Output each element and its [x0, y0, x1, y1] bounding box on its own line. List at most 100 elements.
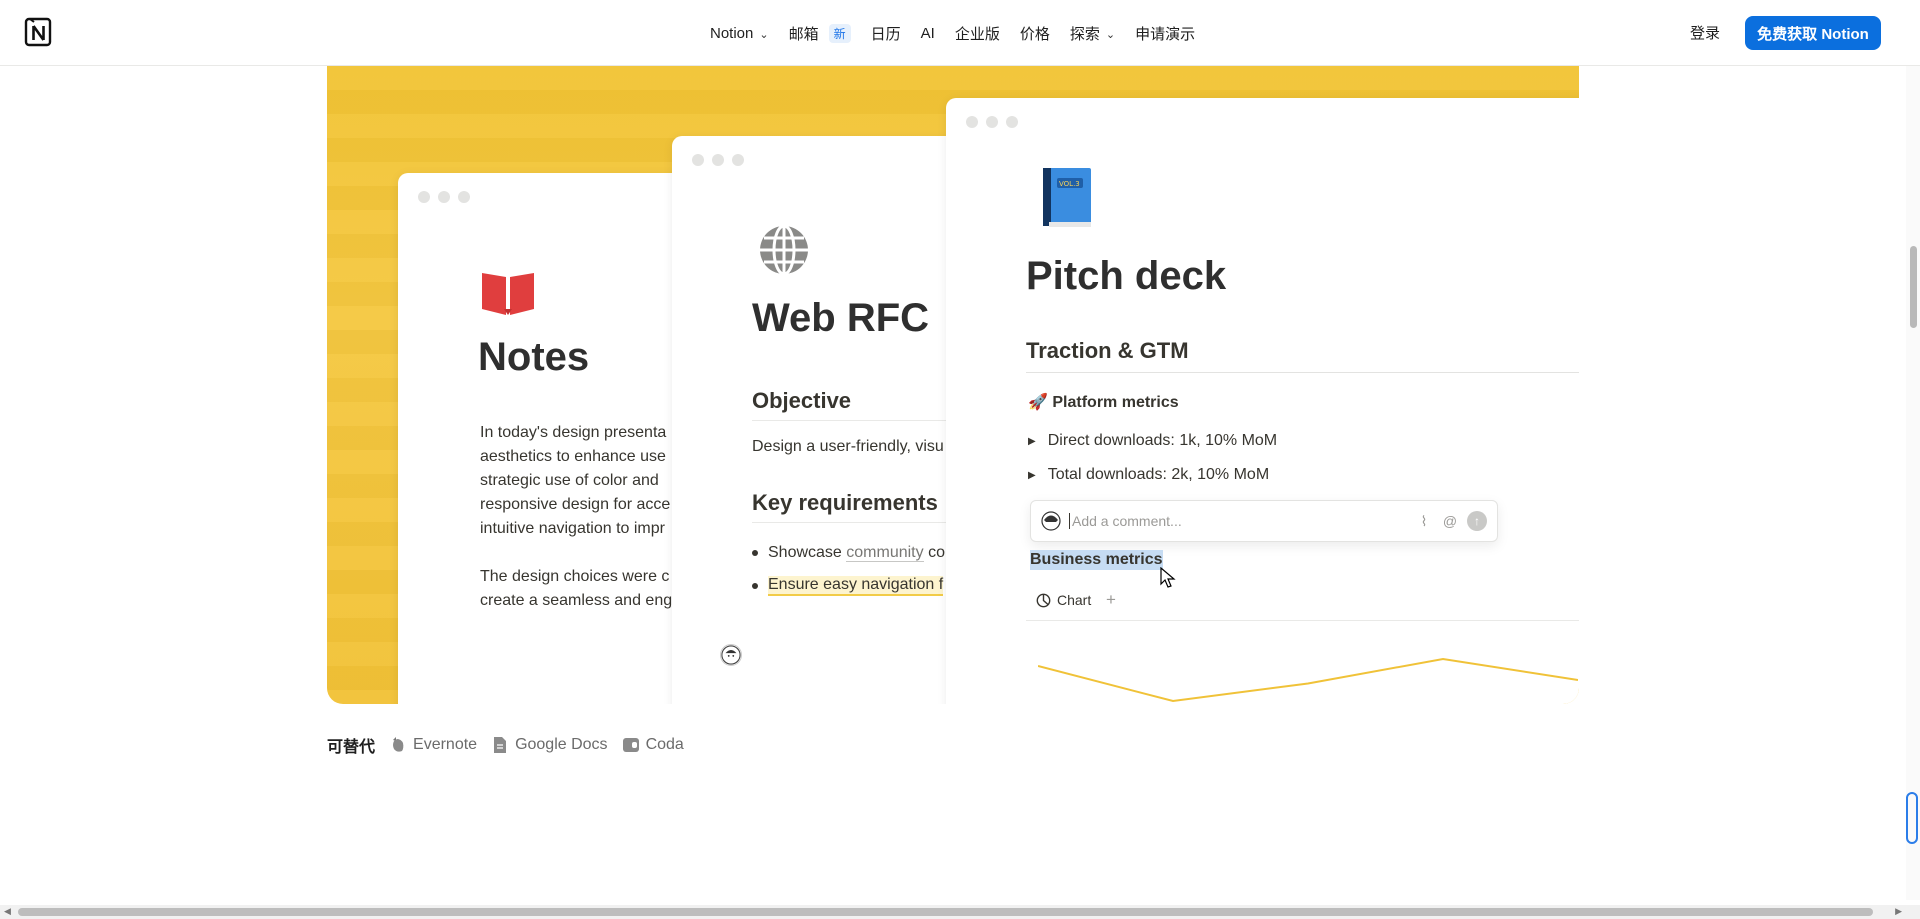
toggle-triangle-icon[interactable]: ▶ [1028, 470, 1036, 481]
text-segment: co [923, 544, 945, 561]
svg-text:VOL.3: VOL.3 [1059, 180, 1080, 188]
alternatives-row: 可替代 Evernote Google Docs Coda [327, 733, 684, 757]
notes-title: Notes [478, 335, 590, 379]
nav-item-explore[interactable]: 探索 ⌄ [1060, 17, 1125, 49]
comment-input[interactable] [1069, 513, 1407, 529]
new-badge: 新 [828, 23, 851, 43]
rocket-icon: 🚀 [1028, 394, 1048, 411]
alternatives-label: 可替代 [327, 739, 376, 756]
open-book-icon [482, 273, 534, 315]
notion-logo-icon[interactable] [24, 17, 54, 47]
mouse-cursor-icon [1160, 567, 1176, 588]
divider [1026, 620, 1579, 621]
list-item-text: Showcase community co [768, 544, 945, 562]
chevron-down-icon: ⌄ [759, 28, 769, 41]
bullet-dot [752, 583, 758, 589]
nav-label: AI [920, 24, 935, 42]
send-arrow-icon[interactable]: ↑ [1467, 511, 1487, 531]
chart-pie-icon [1036, 593, 1051, 607]
tab-chart[interactable]: Chart [1036, 592, 1091, 608]
platform-metrics-label: Platform metrics [1052, 394, 1179, 411]
window-dot [418, 191, 430, 203]
hero-showcase: Notes In today's design presenta aesthet… [327, 66, 1579, 704]
window-controls [966, 116, 1018, 128]
scroll-left-arrow-icon[interactable]: ◀ [4, 906, 11, 917]
window-dot [986, 116, 998, 128]
nav-label: 价格 [1019, 25, 1050, 43]
text-line: responsive design for acce [480, 496, 671, 513]
get-notion-free-button[interactable]: 免费获取 Notion [1745, 16, 1881, 50]
window-dot [1006, 116, 1018, 128]
window-dot [458, 191, 470, 203]
alternative-label: Evernote [413, 736, 478, 753]
nav-item-calendar[interactable]: 日历 [861, 17, 911, 49]
nav-label: 邮箱 [788, 25, 819, 43]
nav-item-request-demo[interactable]: 申请演示 [1125, 17, 1205, 49]
toggle-item[interactable]: ▶ Direct downloads: 1k, 10% MoM [1028, 432, 1277, 450]
traction-heading: Traction & GTM [1026, 338, 1579, 373]
scroll-right-arrow-icon[interactable]: ▶ [1895, 906, 1902, 917]
alternative-coda[interactable]: Coda [622, 736, 684, 754]
nav-item-ai[interactable]: AI [911, 17, 945, 49]
horizontal-scrollbar[interactable]: ◀ ▶ [0, 905, 1920, 919]
nav-item-notion[interactable]: Notion ⌄ [700, 17, 779, 49]
document-icon [494, 737, 507, 753]
nav-label: 日历 [870, 25, 901, 43]
nav-item-enterprise[interactable]: 企业版 [945, 17, 1010, 49]
user-avatar-icon [1041, 511, 1061, 531]
pitch-deck-title: Pitch deck [1026, 254, 1227, 298]
alternative-evernote[interactable]: Evernote [389, 736, 477, 754]
nav-label: 探索 [1069, 25, 1100, 43]
window-controls [418, 191, 470, 203]
business-metrics-heading[interactable]: Business metrics [1030, 550, 1163, 570]
toggle-text: Total downloads: 2k, 10% MoM [1047, 466, 1270, 483]
collaborator-avatar-icon [720, 644, 742, 666]
add-view-icon[interactable]: + [1106, 590, 1116, 610]
text-line: aesthetics to enhance use [480, 448, 666, 465]
chart-series-line [1038, 657, 1578, 703]
window-dot [732, 154, 744, 166]
alternative-label: Coda [645, 736, 684, 753]
globe-icon [760, 224, 808, 276]
text-line: The design choices were c [480, 568, 670, 585]
login-link[interactable]: 登录 [1690, 22, 1720, 43]
window-dot [712, 154, 724, 166]
nav-label: 申请演示 [1135, 25, 1196, 43]
text-line: strategic use of color and [480, 472, 659, 489]
window-controls [692, 154, 744, 166]
horizontal-scroll-thumb[interactable] [18, 908, 1873, 916]
nav-item-mail[interactable]: 邮箱 新 [779, 17, 861, 49]
attachment-icon[interactable]: ⌇ [1415, 512, 1433, 530]
main-nav: Notion ⌄ 邮箱 新 日历 AI 企业版 价格 探索 ⌄ 申请演示 [700, 0, 1205, 66]
community-mention[interactable]: community [846, 544, 924, 562]
window-dot [692, 154, 704, 166]
toggle-item[interactable]: ▶ Total downloads: 2k, 10% MoM [1028, 466, 1269, 484]
text-line: In today's design presenta [480, 424, 667, 441]
text-line: create a seamless and eng [480, 592, 673, 609]
mention-icon[interactable]: @ [1441, 512, 1459, 530]
list-item: Showcase community co [752, 544, 945, 562]
pitch-deck-card: VOL.3 Pitch deck Traction & GTM 🚀 Platfo… [946, 98, 1579, 704]
nav-item-pricing[interactable]: 价格 [1010, 17, 1060, 49]
nav-label: Notion [710, 24, 754, 42]
highlighted-text: Ensure easy navigation f [768, 576, 944, 596]
window-dot [966, 116, 978, 128]
text-line: intuitive navigation to impr [480, 520, 665, 537]
alternative-google-docs[interactable]: Google Docs [491, 736, 608, 754]
platform-metrics-heading: 🚀 Platform metrics [1028, 392, 1179, 412]
vertical-scroll-thumb[interactable] [1910, 246, 1917, 328]
side-handle[interactable] [1906, 792, 1918, 844]
evernote-icon [393, 737, 404, 752]
rfc-title: Web RFC [752, 296, 930, 340]
vertical-scrollbar[interactable] [1906, 66, 1920, 900]
alternative-label: Google Docs [515, 736, 608, 753]
chevron-down-icon: ⌄ [1105, 28, 1116, 41]
comment-box: ⌇ @ ↑ [1030, 500, 1498, 542]
text-segment: Showcase [768, 544, 847, 561]
toggle-triangle-icon[interactable]: ▶ [1028, 436, 1036, 447]
objective-text: Design a user-friendly, visu [752, 438, 944, 455]
top-navigation: Notion ⌄ 邮箱 新 日历 AI 企业版 价格 探索 ⌄ 申请演示 登录 … [0, 0, 1920, 66]
blue-book-icon: VOL.3 [1043, 168, 1091, 227]
nav-label: 企业版 [954, 25, 1000, 43]
chart-tab-label: Chart [1057, 592, 1092, 608]
